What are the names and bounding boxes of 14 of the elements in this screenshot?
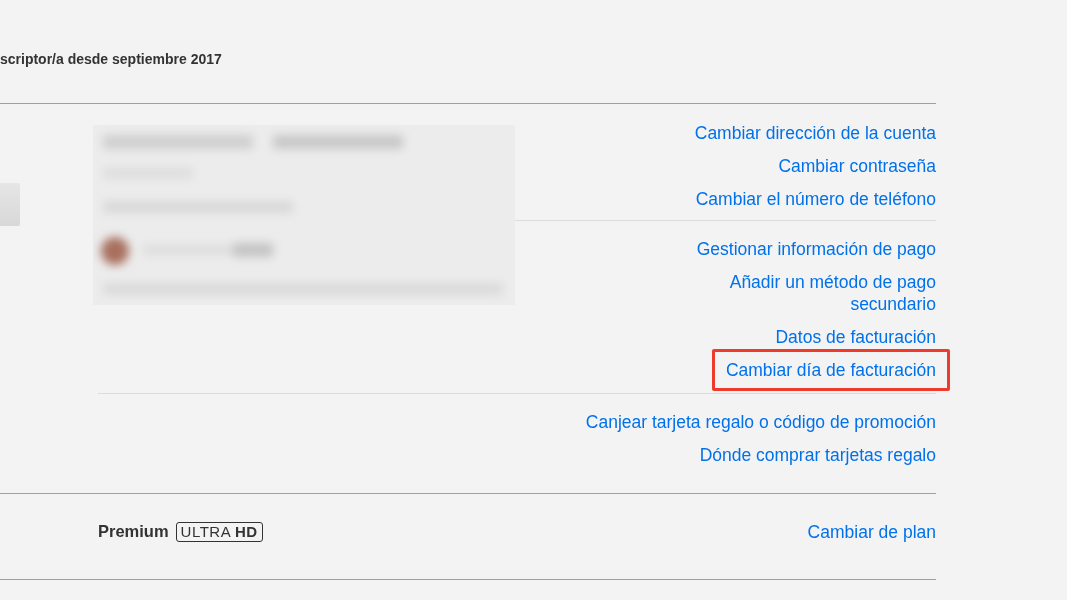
plan-name: Premium bbox=[98, 522, 169, 541]
account-link[interactable]: Cambiar contraseña bbox=[778, 155, 936, 177]
account-link[interactable]: Cambiar día de facturación bbox=[711, 349, 950, 391]
change-plan-link[interactable]: Cambiar de plan bbox=[807, 520, 936, 543]
account-link[interactable]: Canjear tarjeta regalo o código de promoción bbox=[585, 411, 936, 433]
member-since-text: scriptor/a desde septiembre 2017 bbox=[0, 50, 222, 68]
account-link[interactable]: Añadir un método de pago secundario bbox=[674, 271, 936, 315]
account-link[interactable]: Datos de facturación bbox=[775, 326, 936, 348]
account-link[interactable]: Cambiar el número de teléfono bbox=[695, 188, 936, 210]
cut-off-button[interactable] bbox=[0, 183, 20, 226]
account-link[interactable]: Dónde comprar tarjetas regalo bbox=[699, 444, 936, 466]
account-link[interactable]: Cambiar dirección de la cuenta bbox=[694, 122, 936, 144]
account-link[interactable]: Gestionar información de pago bbox=[696, 238, 936, 260]
quality-badge: ULTRA HD bbox=[175, 521, 263, 542]
